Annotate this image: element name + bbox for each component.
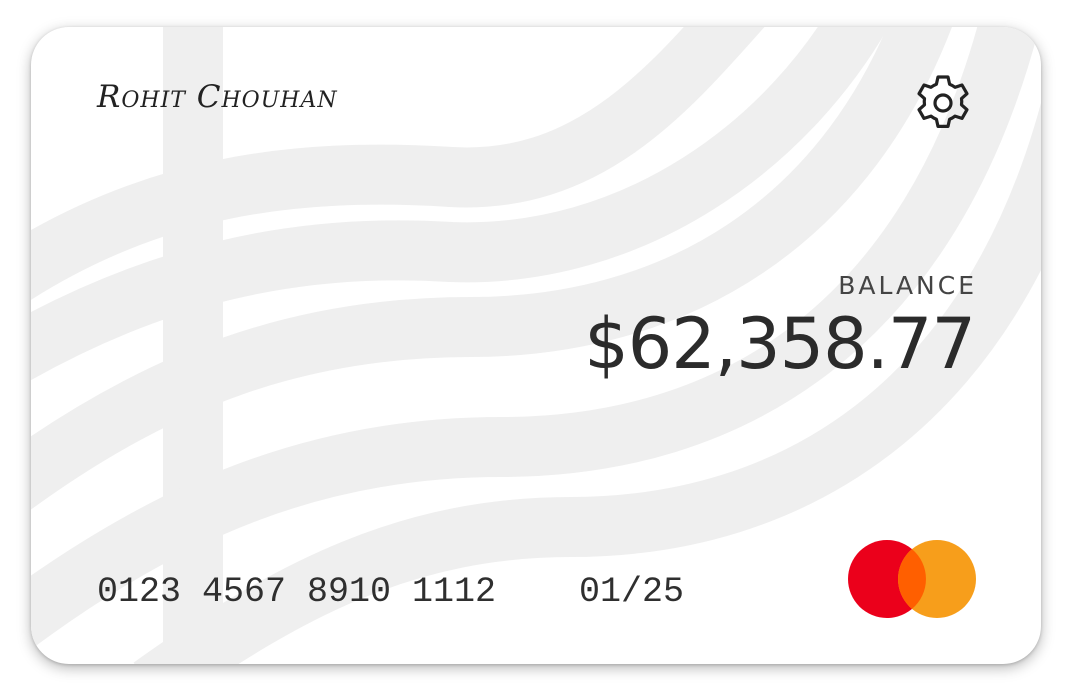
card-number-group: 1112 xyxy=(412,572,497,612)
card-number-group: 0123 xyxy=(97,572,182,612)
mastercard-logo xyxy=(847,539,977,619)
expiry-date: 01/25 xyxy=(579,572,685,612)
cardholder-name: Rohit Chouhan xyxy=(97,79,338,115)
card-number: 0123 4567 8910 1112 xyxy=(97,572,496,612)
gear-icon xyxy=(917,75,969,128)
card-number-group: 8910 xyxy=(307,572,392,612)
settings-button[interactable] xyxy=(911,71,975,135)
balance-label: BALANCE xyxy=(838,271,977,300)
credit-card[interactable]: Rohit Chouhan BALANCE $62,358.77 0123 45… xyxy=(31,27,1041,664)
balance-amount: $62,358.77 xyxy=(584,303,976,385)
card-number-group: 4567 xyxy=(202,572,287,612)
page-background: Rohit Chouhan BALANCE $62,358.77 0123 45… xyxy=(0,0,1072,699)
